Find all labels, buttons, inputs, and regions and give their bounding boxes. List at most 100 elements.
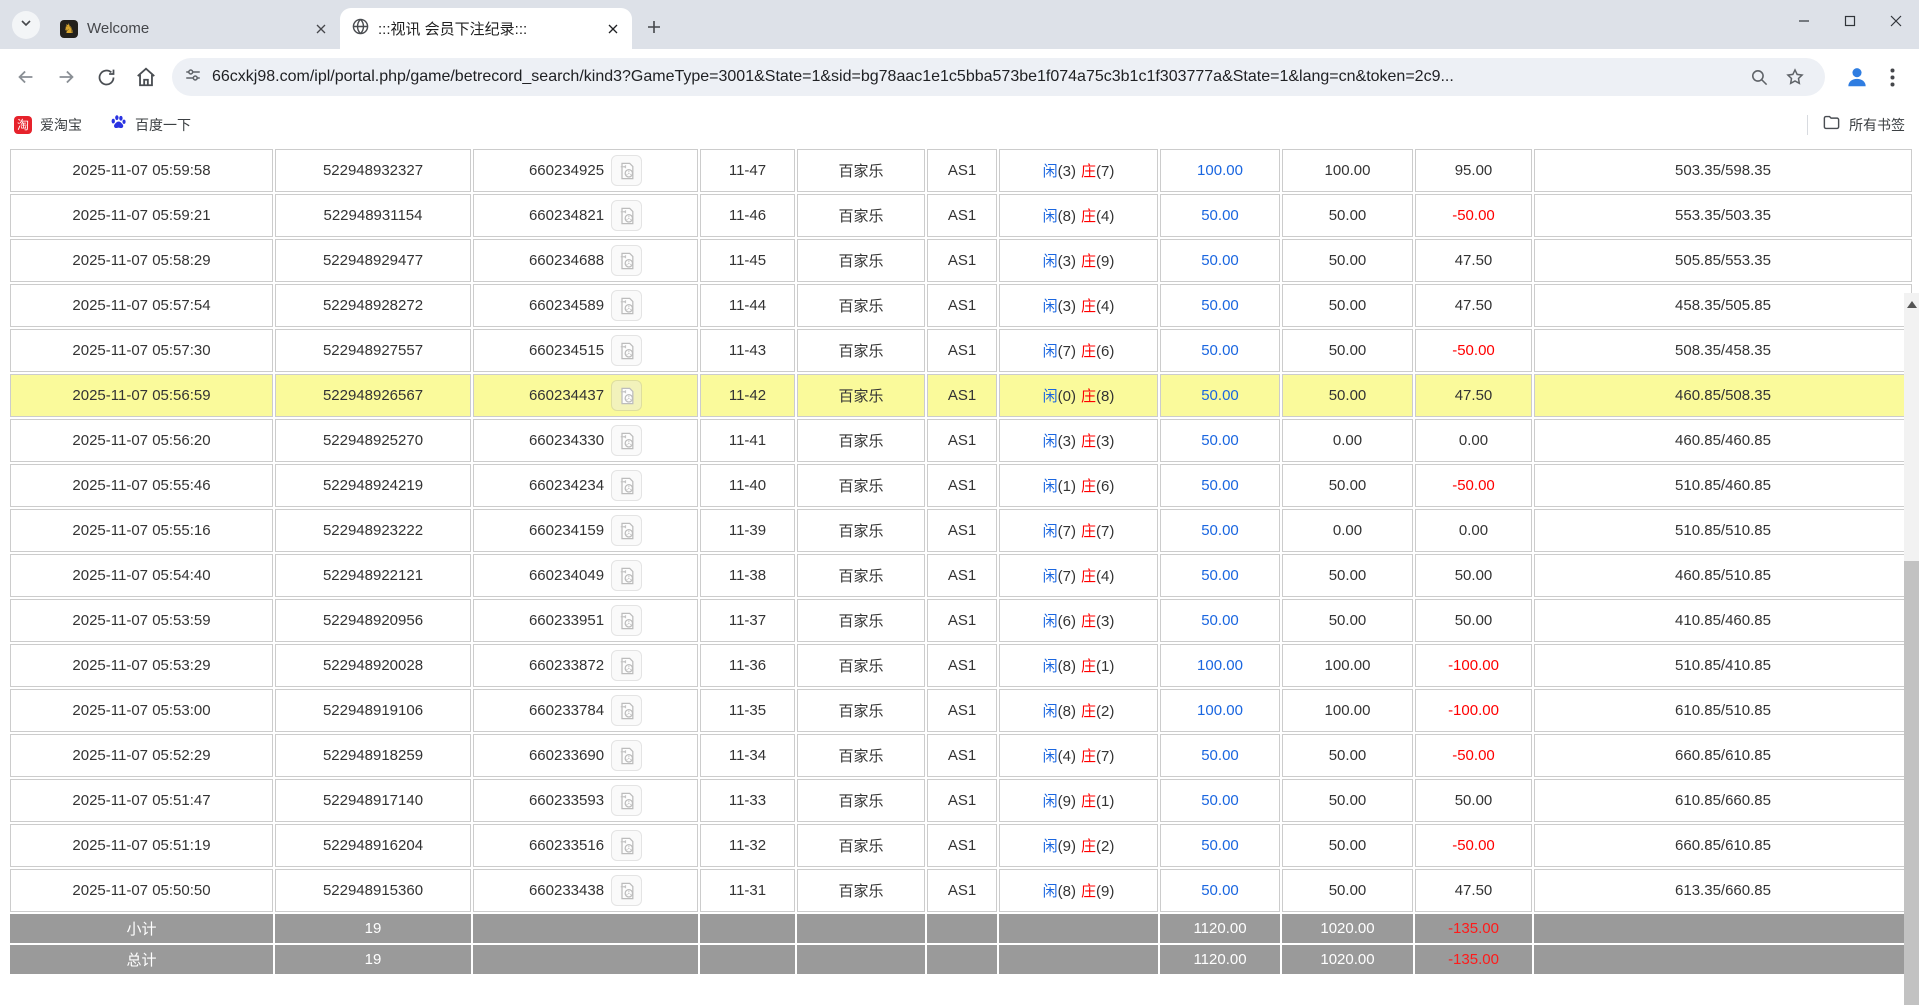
maximize-button[interactable] <box>1827 0 1873 42</box>
bet-amount: 50.00 <box>1160 824 1280 867</box>
player-points: (9) <box>1058 838 1076 855</box>
reload-button[interactable] <box>86 57 126 97</box>
bet-record-row[interactable]: 2025-11-07 05:59:21 522948931154 6602348… <box>10 194 1912 237</box>
bet-record-row[interactable]: 2025-11-07 05:53:00 522948919106 6602337… <box>10 689 1912 732</box>
bet-record-row[interactable]: 2025-11-07 05:56:20 522948925270 6602343… <box>10 419 1912 462</box>
video-replay-button[interactable] <box>611 380 642 411</box>
address-bar[interactable]: 66cxkj98.com/ipl/portal.php/game/betreco… <box>172 58 1825 96</box>
banker-points: (2) <box>1096 838 1114 855</box>
tab-search-button[interactable] <box>12 11 40 39</box>
account: AS1 <box>927 284 997 327</box>
bet-id: 522948932327 <box>275 149 471 192</box>
balance: 660.85/610.85 <box>1534 824 1912 867</box>
valid-amount: 50.00 <box>1282 779 1413 822</box>
video-replay-button[interactable] <box>611 605 642 636</box>
banker-label: 庄 <box>1081 253 1096 270</box>
bet-record-row[interactable]: 2025-11-07 05:57:54 522948928272 6602345… <box>10 284 1912 327</box>
bet-record-row[interactable]: 2025-11-07 05:59:58 522948932327 6602349… <box>10 149 1912 192</box>
video-replay-button[interactable] <box>611 425 642 456</box>
player-points: (8) <box>1058 703 1076 720</box>
scrollbar-up-arrow-icon[interactable] <box>1907 301 1917 308</box>
banker-points: (7) <box>1096 748 1114 765</box>
minimize-button[interactable] <box>1781 0 1827 42</box>
bet-record-row[interactable]: 2025-11-07 05:53:59 522948920956 6602339… <box>10 599 1912 642</box>
winloss-cell: -50.00 <box>1415 329 1532 372</box>
bet-record-row[interactable]: 2025-11-07 05:53:29 522948920028 6602338… <box>10 644 1912 687</box>
bet-record-row[interactable]: 2025-11-07 05:55:16 522948923222 6602341… <box>10 509 1912 552</box>
video-replay-button[interactable] <box>611 875 642 906</box>
new-tab-button[interactable] <box>640 13 668 41</box>
site-info-icon[interactable] <box>184 66 202 89</box>
player-points: (7) <box>1058 568 1076 585</box>
tab-welcome[interactable]: ♞ Welcome <box>48 8 340 49</box>
video-replay-button[interactable] <box>611 785 642 816</box>
bet-amount: 50.00 <box>1160 329 1280 372</box>
total-row: 总计 19 1120.00 1020.00 -135.00 <box>10 945 1912 974</box>
tab-bet-records[interactable]: :::视讯 会员下注纪录::: <box>340 8 632 49</box>
video-replay-button[interactable] <box>611 245 642 276</box>
bet-record-row[interactable]: 2025-11-07 05:56:59 522948926567 6602344… <box>10 374 1912 417</box>
table-round-no: 11-43 <box>700 329 795 372</box>
bet-record-row[interactable]: 2025-11-07 05:51:47 522948917140 6602335… <box>10 779 1912 822</box>
bet-amount: 50.00 <box>1160 734 1280 777</box>
bet-record-row[interactable]: 2025-11-07 05:51:19 522948916204 6602335… <box>10 824 1912 867</box>
bet-record-row[interactable]: 2025-11-07 05:50:50 522948915360 6602334… <box>10 869 1912 912</box>
total-bet: 1120.00 <box>1160 945 1280 974</box>
video-file-icon <box>617 431 637 451</box>
scrollbar-thumb[interactable] <box>1904 561 1919 1005</box>
zoom-icon[interactable] <box>1741 59 1777 95</box>
winloss-cell: -100.00 <box>1415 689 1532 732</box>
bookmark-star-icon[interactable] <box>1777 59 1813 95</box>
video-replay-button[interactable] <box>611 830 642 861</box>
winloss-cell: 95.00 <box>1415 149 1532 192</box>
bet-record-row[interactable]: 2025-11-07 05:58:29 522948929477 6602346… <box>10 239 1912 282</box>
bet-time: 2025-11-07 05:55:46 <box>10 464 273 507</box>
back-button[interactable] <box>6 57 46 97</box>
table-round-no: 11-38 <box>700 554 795 597</box>
table-round-no: 11-31 <box>700 869 795 912</box>
close-window-button[interactable] <box>1873 0 1919 42</box>
vertical-scrollbar[interactable] <box>1904 293 1919 1005</box>
video-replay-button[interactable] <box>611 560 642 591</box>
valid-amount: 50.00 <box>1282 824 1413 867</box>
url-text[interactable]: 66cxkj98.com/ipl/portal.php/game/betreco… <box>212 68 1741 86</box>
bookmark-baidu[interactable]: 百度一下 <box>110 114 191 136</box>
video-replay-button[interactable] <box>611 695 642 726</box>
valid-amount: 50.00 <box>1282 194 1413 237</box>
close-tab-icon[interactable] <box>604 20 622 38</box>
banker-label: 庄 <box>1081 478 1096 495</box>
bet-id: 522948928272 <box>275 284 471 327</box>
window-controls <box>1781 0 1919 42</box>
winloss-cell: -50.00 <box>1415 464 1532 507</box>
forward-button[interactable] <box>46 57 86 97</box>
video-replay-button[interactable] <box>611 155 642 186</box>
video-replay-button[interactable] <box>611 290 642 321</box>
video-replay-button[interactable] <box>611 335 642 366</box>
close-tab-icon[interactable] <box>312 20 330 38</box>
video-replay-button[interactable] <box>611 200 642 231</box>
bet-detail: 闲(3)庄(3) <box>999 419 1158 462</box>
account: AS1 <box>927 374 997 417</box>
bet-record-row[interactable]: 2025-11-07 05:54:40 522948922121 6602340… <box>10 554 1912 597</box>
video-replay-button[interactable] <box>611 470 642 501</box>
bet-record-row[interactable]: 2025-11-07 05:55:46 522948924219 6602342… <box>10 464 1912 507</box>
account: AS1 <box>927 149 997 192</box>
bet-record-row[interactable]: 2025-11-07 05:57:30 522948927557 6602345… <box>10 329 1912 372</box>
bookmark-taobao[interactable]: 淘 爱淘宝 <box>14 115 82 135</box>
bet-detail: 闲(8)庄(1) <box>999 644 1158 687</box>
home-button[interactable] <box>126 57 166 97</box>
video-replay-button[interactable] <box>611 515 642 546</box>
game-type: 百家乐 <box>797 194 925 237</box>
banker-label: 庄 <box>1081 703 1096 720</box>
round-cell: 660234515 <box>473 329 698 372</box>
bet-record-row[interactable]: 2025-11-07 05:52:29 522948918259 6602336… <box>10 734 1912 777</box>
video-replay-button[interactable] <box>611 650 642 681</box>
video-replay-button[interactable] <box>611 740 642 771</box>
all-bookmarks[interactable]: 所有书签 <box>1807 113 1905 137</box>
round-cell: 660234234 <box>473 464 698 507</box>
banker-label: 庄 <box>1081 208 1096 225</box>
browser-menu-icon[interactable] <box>1875 59 1909 95</box>
profile-avatar[interactable] <box>1839 59 1875 95</box>
game-type: 百家乐 <box>797 329 925 372</box>
player-label: 闲 <box>1043 658 1058 675</box>
